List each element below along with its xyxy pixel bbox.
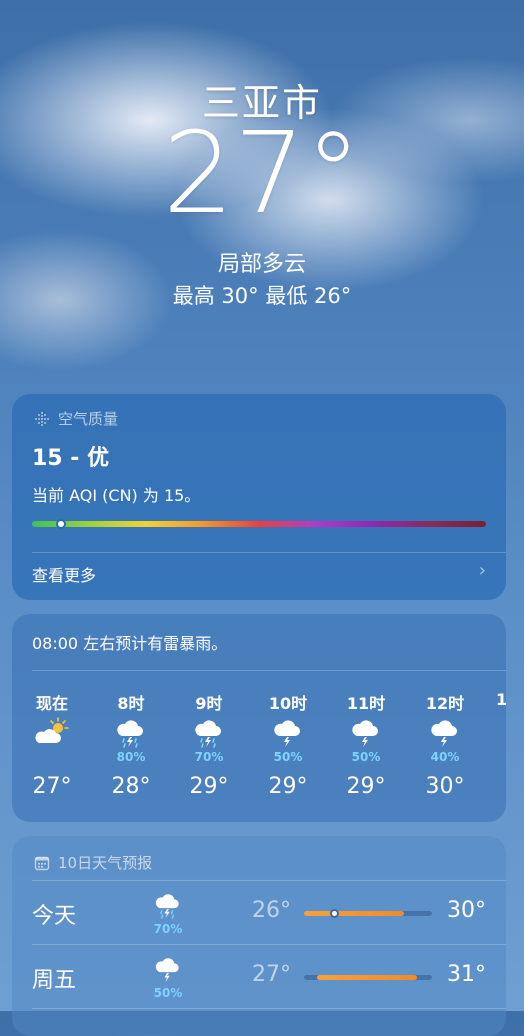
divider <box>32 670 506 671</box>
ten-day-header: 10日天气预报 <box>34 852 152 873</box>
current-temp-marker <box>330 909 339 918</box>
current-temperature: 27° <box>162 109 362 239</box>
aqi-description: 当前 AQI (CN) 为 15。 <box>32 486 201 505</box>
hourly-scroll-list[interactable]: 现在 27° 8时 80% 28° 9时 70% 29° 10时 50% 29° 11时 50% 29° 1… <box>12 690 507 816</box>
precipitation-chance: 50% <box>153 986 183 1000</box>
air-quality-title: 空气质量 <box>58 410 119 428</box>
hour-time: 9时 <box>195 694 223 713</box>
aqi-value: 15 - 优 <box>32 446 110 471</box>
forecast-summary: 08:00 左右预计有雷暴雨。 <box>32 634 228 653</box>
current-weather-header: 三亚市 27° 局部多云 最高 30° 最低 26° <box>0 0 524 320</box>
temperature-range-fill <box>317 975 417 980</box>
hour-item: 现在 27° <box>22 690 82 799</box>
temperature-range-bar <box>304 909 432 918</box>
hourly-forecast-card[interactable]: 08:00 左右预计有雷暴雨。 现在 27° 8时 80% 28° 9时 70% 29° 10时… <box>12 614 506 822</box>
partly-sunny-icon <box>22 716 82 750</box>
hour-item: 8时 80% 28° <box>101 690 161 799</box>
low-temperature: 27° <box>252 962 291 987</box>
ten-day-forecast-card[interactable]: 10日天气预报 今天 70% 26° 30° 周五 50% 27° 31° <box>12 836 506 1036</box>
high-temperature: 31° <box>447 962 486 987</box>
hour-item: 10时 50% 29° <box>258 690 318 799</box>
precipitation-chance: 80% <box>116 750 146 764</box>
temperature-range-bar <box>304 975 432 980</box>
precipitation-chance: 50% <box>351 750 381 764</box>
day-row[interactable]: 今天 70% 26° 30° <box>12 882 506 942</box>
air-quality-icon <box>34 411 50 427</box>
divider <box>32 880 506 881</box>
air-quality-header: 空气质量 <box>34 408 118 429</box>
thunder-cloud-icon <box>415 716 475 750</box>
day-row[interactable]: 周五 50% 27° 31° <box>12 946 506 1006</box>
thunder-cloud-icon <box>258 716 318 750</box>
low-temperature: 26° <box>252 898 291 923</box>
precipitation-chance: 40% <box>430 750 460 764</box>
hour-time: 11时 <box>346 694 386 713</box>
thunderstorm-icon <box>150 890 186 925</box>
temperature-range-fill <box>304 911 404 916</box>
thunderstorm-icon <box>101 716 161 750</box>
thunder-cloud-icon <box>336 716 396 750</box>
calendar-icon <box>34 855 50 871</box>
hour-time: 12时 <box>425 694 465 713</box>
hour-item: 11时 50% 29° <box>336 690 396 799</box>
day-name: 周五 <box>32 968 77 993</box>
precipitation-chance: 70% <box>194 750 224 764</box>
divider <box>32 944 506 945</box>
divider <box>32 552 506 553</box>
aqi-scale-bar <box>32 519 486 529</box>
hour-item-partial: 1 <box>496 690 506 714</box>
divider <box>32 1008 506 1009</box>
precipitation-chance <box>22 750 82 766</box>
see-more-link[interactable]: 查看更多 <box>32 562 96 586</box>
hour-item: 12时 40% 30° <box>415 690 475 799</box>
hour-time: 现在 <box>35 694 68 713</box>
weather-condition: 局部多云 <box>217 252 306 277</box>
thunder-cloud-icon <box>150 954 186 989</box>
ten-day-title: 10日天气预报 <box>58 854 153 872</box>
high-temperature: 30° <box>447 898 486 923</box>
hour-temperature: 27° <box>32 774 72 799</box>
chevron-right-icon[interactable]: › <box>479 560 486 581</box>
day-name: 今天 <box>32 904 77 929</box>
hour-temperature: 29° <box>346 774 386 799</box>
hour-item: 9时 70% 29° <box>179 690 239 799</box>
hour-time: 8时 <box>117 694 145 713</box>
hour-temperature: 29° <box>189 774 229 799</box>
high-low-temperature: 最高 30° 最低 26° <box>172 284 352 308</box>
precipitation-chance: 70% <box>153 922 183 936</box>
air-quality-card[interactable]: 空气质量 15 - 优 当前 AQI (CN) 为 15。 查看更多 › <box>12 394 506 600</box>
hour-time: 1 <box>496 690 506 709</box>
hour-time: 10时 <box>268 694 308 713</box>
hour-temperature: 29° <box>268 774 308 799</box>
aqi-indicator <box>56 519 66 529</box>
hour-temperature: 28° <box>111 774 151 799</box>
precipitation-chance: 50% <box>273 750 303 764</box>
hour-temperature: 30° <box>425 774 465 799</box>
thunderstorm-icon <box>179 716 239 750</box>
